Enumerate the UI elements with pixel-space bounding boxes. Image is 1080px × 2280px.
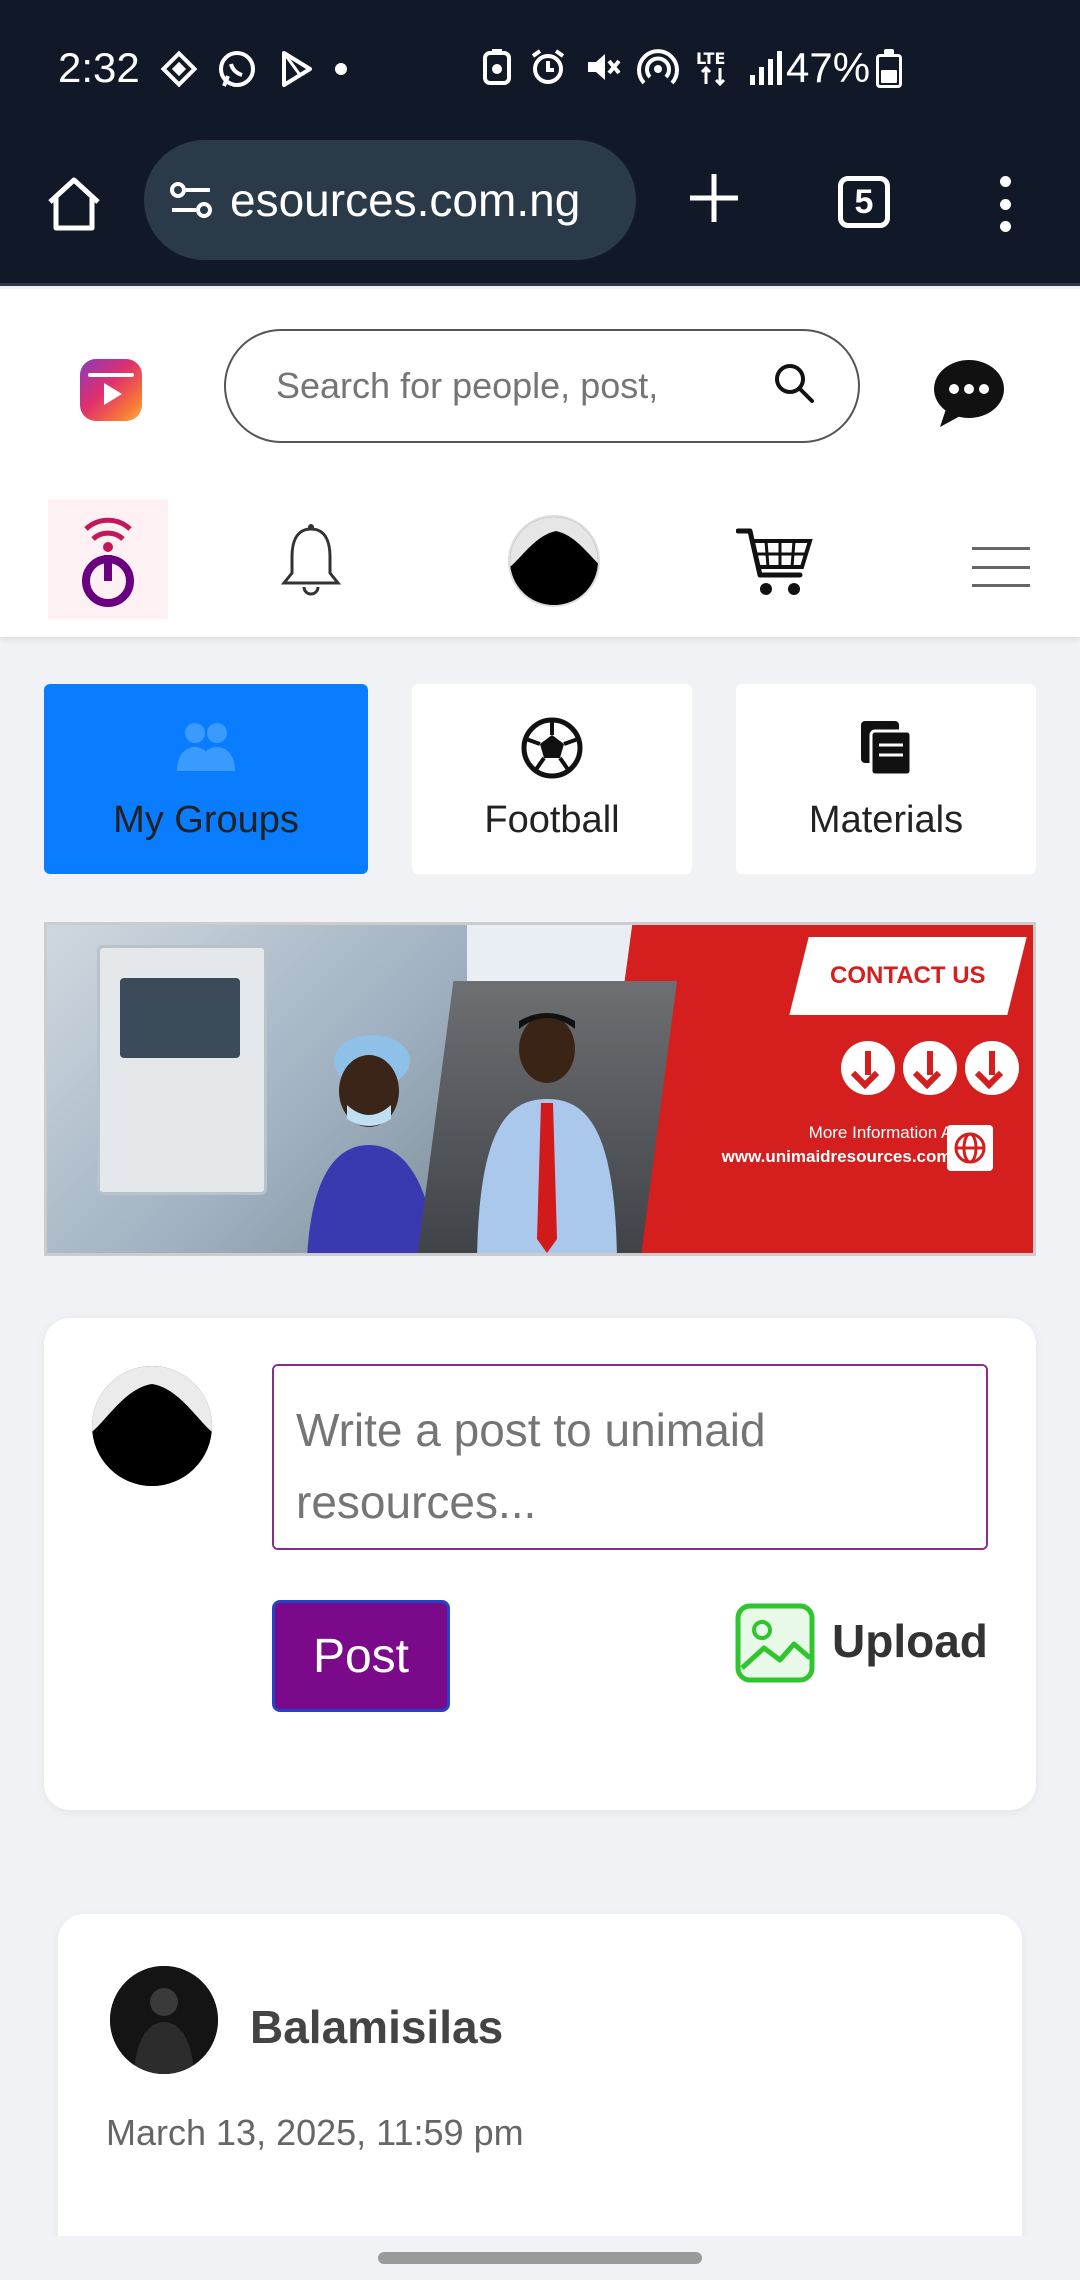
browser-toolbar: esources.com.ng 5 [0,140,1080,286]
more-info-text: More Information At [808,1123,957,1142]
signal-icon [750,51,782,85]
mute-icon [588,54,621,80]
arrow-down-icon [841,1041,895,1095]
category-my-groups[interactable]: My Groups [44,684,368,874]
author-photo [110,1966,218,2074]
reels-icon[interactable] [80,359,142,421]
alarm-icon [531,49,565,84]
category-label: My Groups [113,799,299,841]
materials-icon [861,721,913,777]
arrow-down-icon [903,1041,957,1095]
down-arrows [841,1041,1019,1095]
category-football[interactable]: Football [412,684,692,874]
lte-icon: LTE [696,49,725,87]
banner-url-text: www.unimaidresources.com.ng [721,1147,977,1166]
home-gesture-bar[interactable] [378,2252,702,2264]
student-image [477,1013,617,1253]
battery-icon [876,49,902,88]
notification-icons [160,48,348,90]
play-store-icon [282,51,312,87]
image-upload-icon[interactable] [734,1602,816,1684]
status-bar: 2:32 LTE 47% [0,0,1080,140]
category-label: Football [484,799,620,841]
search-box[interactable] [224,329,860,443]
feed-post: Balamisilas March 13, 2025, 11:59 pm [58,1914,1022,2280]
hamburger-menu-icon[interactable] [972,547,1030,587]
chat-icon[interactable] [932,357,1006,429]
arrow-down-icon [965,1041,1019,1095]
user-silhouette-icon [92,1366,212,1486]
post-button[interactable]: Post [272,1600,450,1712]
new-tab-icon[interactable] [686,170,742,226]
search-input[interactable] [276,365,776,407]
search-icon[interactable] [772,361,816,405]
system-icons: LTE [480,46,788,88]
bell-icon[interactable] [278,521,344,601]
battery-percent: 47% [786,44,871,91]
site-settings-icon[interactable] [166,175,216,225]
contact-us-text: CONTACT US [830,962,986,989]
compose-card: Post Upload [44,1318,1036,1810]
author-avatar[interactable] [110,1966,218,2074]
diamond-notification-icon [160,50,198,88]
post-timestamp: March 13, 2025, 11:59 pm [106,2112,524,2153]
svg-text:LTE: LTE [696,49,725,68]
site-logo[interactable] [48,499,168,619]
football-icon [521,717,583,779]
user-silhouette-icon [510,517,598,605]
post-author-name[interactable]: Balamisilas [250,2000,503,2054]
hotspot-icon [637,49,679,85]
cart-icon[interactable] [736,525,816,599]
whatsapp-icon [219,51,255,87]
battery-saver-icon [483,49,511,85]
category-label: Materials [808,799,964,841]
globe-icon [947,1125,993,1171]
category-materials[interactable]: Materials [736,684,1036,874]
status-time: 2:32 [58,44,140,91]
logo-icon [82,517,134,607]
post-textarea[interactable] [272,1364,988,1550]
profile-avatar[interactable] [508,515,600,607]
browser-menu-button[interactable] [995,176,1015,232]
medical-machine-image [97,945,267,1195]
url-text[interactable]: esources.com.ng [230,173,580,227]
groups-icon [177,723,235,771]
composer-avatar [92,1366,212,1486]
tab-count: 5 [854,182,874,221]
address-bar[interactable]: esources.com.ng [144,140,636,260]
contact-us-badge[interactable]: CONTACT US [789,937,1027,1015]
gesture-area [0,2236,1080,2280]
home-icon[interactable] [42,172,106,236]
promo-banner[interactable]: CONTACT US More Information At www.unima… [44,922,1036,1256]
dot-icon [335,63,347,75]
main-nav [0,499,1080,629]
upload-label[interactable]: Upload [832,1614,988,1668]
tab-switcher-button[interactable]: 5 [838,176,890,228]
site-header [0,289,1080,637]
